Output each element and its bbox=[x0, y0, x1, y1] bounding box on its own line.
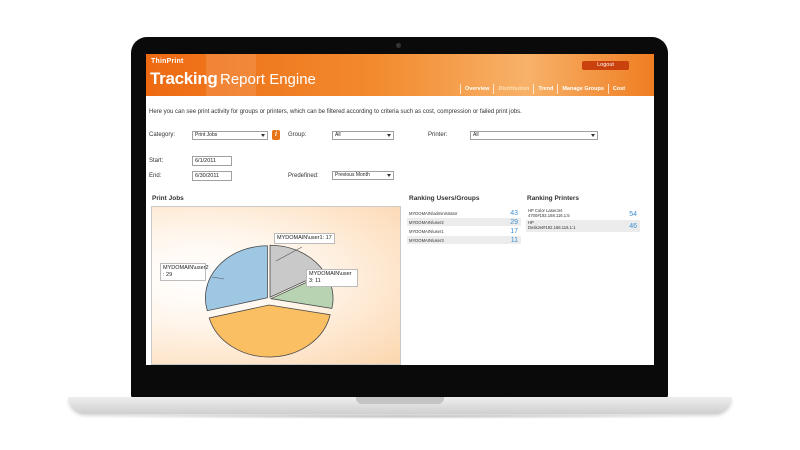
start-date-input[interactable]: 6/1/2011 bbox=[192, 156, 232, 166]
ranking-user-count: 29 bbox=[510, 218, 518, 226]
pie-label-user2: MYDOMAIN\user2 : 29 bbox=[160, 263, 209, 281]
app-header: ThinPrint Tracking Report Engine Logout … bbox=[146, 54, 654, 96]
predefined-select-value: Previous Month bbox=[335, 172, 370, 178]
info-icon[interactable]: i bbox=[272, 130, 280, 140]
main-nav: Overview Distribution Trend Manage Group… bbox=[460, 84, 629, 94]
logout-button[interactable]: Logout bbox=[582, 61, 629, 70]
ranking-user-count: 11 bbox=[510, 236, 518, 244]
nav-overview[interactable]: Overview bbox=[460, 84, 493, 94]
group-label: Group: bbox=[288, 132, 307, 138]
category-select-value: Print Jobs bbox=[195, 132, 218, 138]
nav-manage-groups[interactable]: Manage Groups bbox=[557, 84, 608, 94]
laptop-base-notch bbox=[356, 397, 444, 404]
pie-slice-mydomain-administrator bbox=[208, 304, 331, 358]
app-screen: ThinPrint Tracking Report Engine Logout … bbox=[146, 54, 654, 365]
predefined-select[interactable]: Previous Month bbox=[332, 171, 394, 180]
print-jobs-chart: MYDOMAIN\user1: 17 MYDOMAIN\user 3: 11 M… bbox=[151, 206, 401, 365]
ranking-printer-row[interactable]: HP DeskJet#192.168.116.1:1 46 bbox=[526, 220, 640, 232]
brand-report-engine: Report Engine bbox=[220, 71, 316, 88]
ranking-user-count: 17 bbox=[510, 227, 518, 235]
ranking-user-row[interactable]: MYDOMAIN\user3 11 bbox=[407, 236, 521, 244]
predefined-label: Predefined: bbox=[288, 173, 319, 179]
ranking-user-row[interactable]: MYDOMAIN\user2 29 bbox=[407, 218, 521, 226]
nav-distribution[interactable]: Distribution bbox=[493, 84, 533, 94]
brand-thinprint: ThinPrint bbox=[151, 58, 184, 65]
ranking-printer-count: 54 bbox=[629, 210, 637, 218]
printer-address: 4700#192.168.116.1:5 bbox=[528, 213, 570, 218]
pie-chart bbox=[205, 244, 334, 358]
chevron-down-icon bbox=[591, 134, 595, 137]
printer-select[interactable]: All bbox=[470, 131, 598, 140]
group-select[interactable]: All bbox=[332, 131, 394, 140]
ranking-printers-title: Ranking Printers bbox=[527, 195, 580, 202]
print-jobs-title: Print Jobs bbox=[152, 195, 184, 202]
printer-select-value: All bbox=[473, 132, 479, 138]
ranking-users-title: Ranking Users/Groups bbox=[409, 195, 480, 202]
category-select[interactable]: Print Jobs bbox=[192, 131, 268, 140]
ranking-user-count: 43 bbox=[510, 209, 518, 217]
ranking-user-name: MYDOMAIN\user3 bbox=[409, 237, 444, 243]
chevron-down-icon bbox=[261, 134, 265, 137]
printer-address: DeskJet#192.168.116.1:1 bbox=[528, 225, 576, 230]
ranking-printer-row[interactable]: HP Color LaserJet 4700#192.168.116.1:5 5… bbox=[526, 208, 640, 220]
brand-tracking: Tracking bbox=[150, 69, 218, 88]
intro-text: Here you can see print activity for grou… bbox=[149, 109, 522, 115]
camera-icon bbox=[396, 43, 401, 48]
end-label: End: bbox=[149, 173, 162, 179]
ranking-user-row[interactable]: MYDOMAIN\user1 17 bbox=[407, 227, 521, 235]
ranking-printer-count: 46 bbox=[629, 222, 637, 230]
ranking-user-name: MYDOMAIN\user2 bbox=[409, 219, 444, 225]
ranking-printer-name: HP DeskJet#192.168.116.1:1 bbox=[528, 220, 576, 231]
nav-cost[interactable]: Cost bbox=[607, 84, 629, 94]
ranking-user-name: MYDOMAIN\administrator bbox=[409, 210, 458, 216]
laptop-shadow bbox=[90, 414, 710, 419]
ranking-user-name: MYDOMAIN\user1 bbox=[409, 228, 444, 234]
category-label: Category: bbox=[149, 132, 176, 138]
start-label: Start: bbox=[149, 158, 164, 164]
group-select-value: All bbox=[335, 132, 341, 138]
ranking-printer-name: HP Color LaserJet 4700#192.168.116.1:5 bbox=[528, 208, 570, 219]
ranking-user-row[interactable]: MYDOMAIN\administrator 43 bbox=[407, 209, 521, 217]
pie-label-user3: MYDOMAIN\user 3: 11 bbox=[306, 269, 358, 287]
chevron-down-icon bbox=[387, 134, 391, 137]
pie-slice-mydomain-user2 bbox=[205, 245, 268, 312]
end-date-input[interactable]: 6/30/2011 bbox=[192, 171, 232, 181]
printer-label: Printer: bbox=[428, 132, 448, 138]
nav-trend[interactable]: Trend bbox=[533, 84, 557, 94]
pie-label-user1: MYDOMAIN\user1: 17 bbox=[274, 233, 335, 244]
chevron-down-icon bbox=[387, 174, 391, 177]
